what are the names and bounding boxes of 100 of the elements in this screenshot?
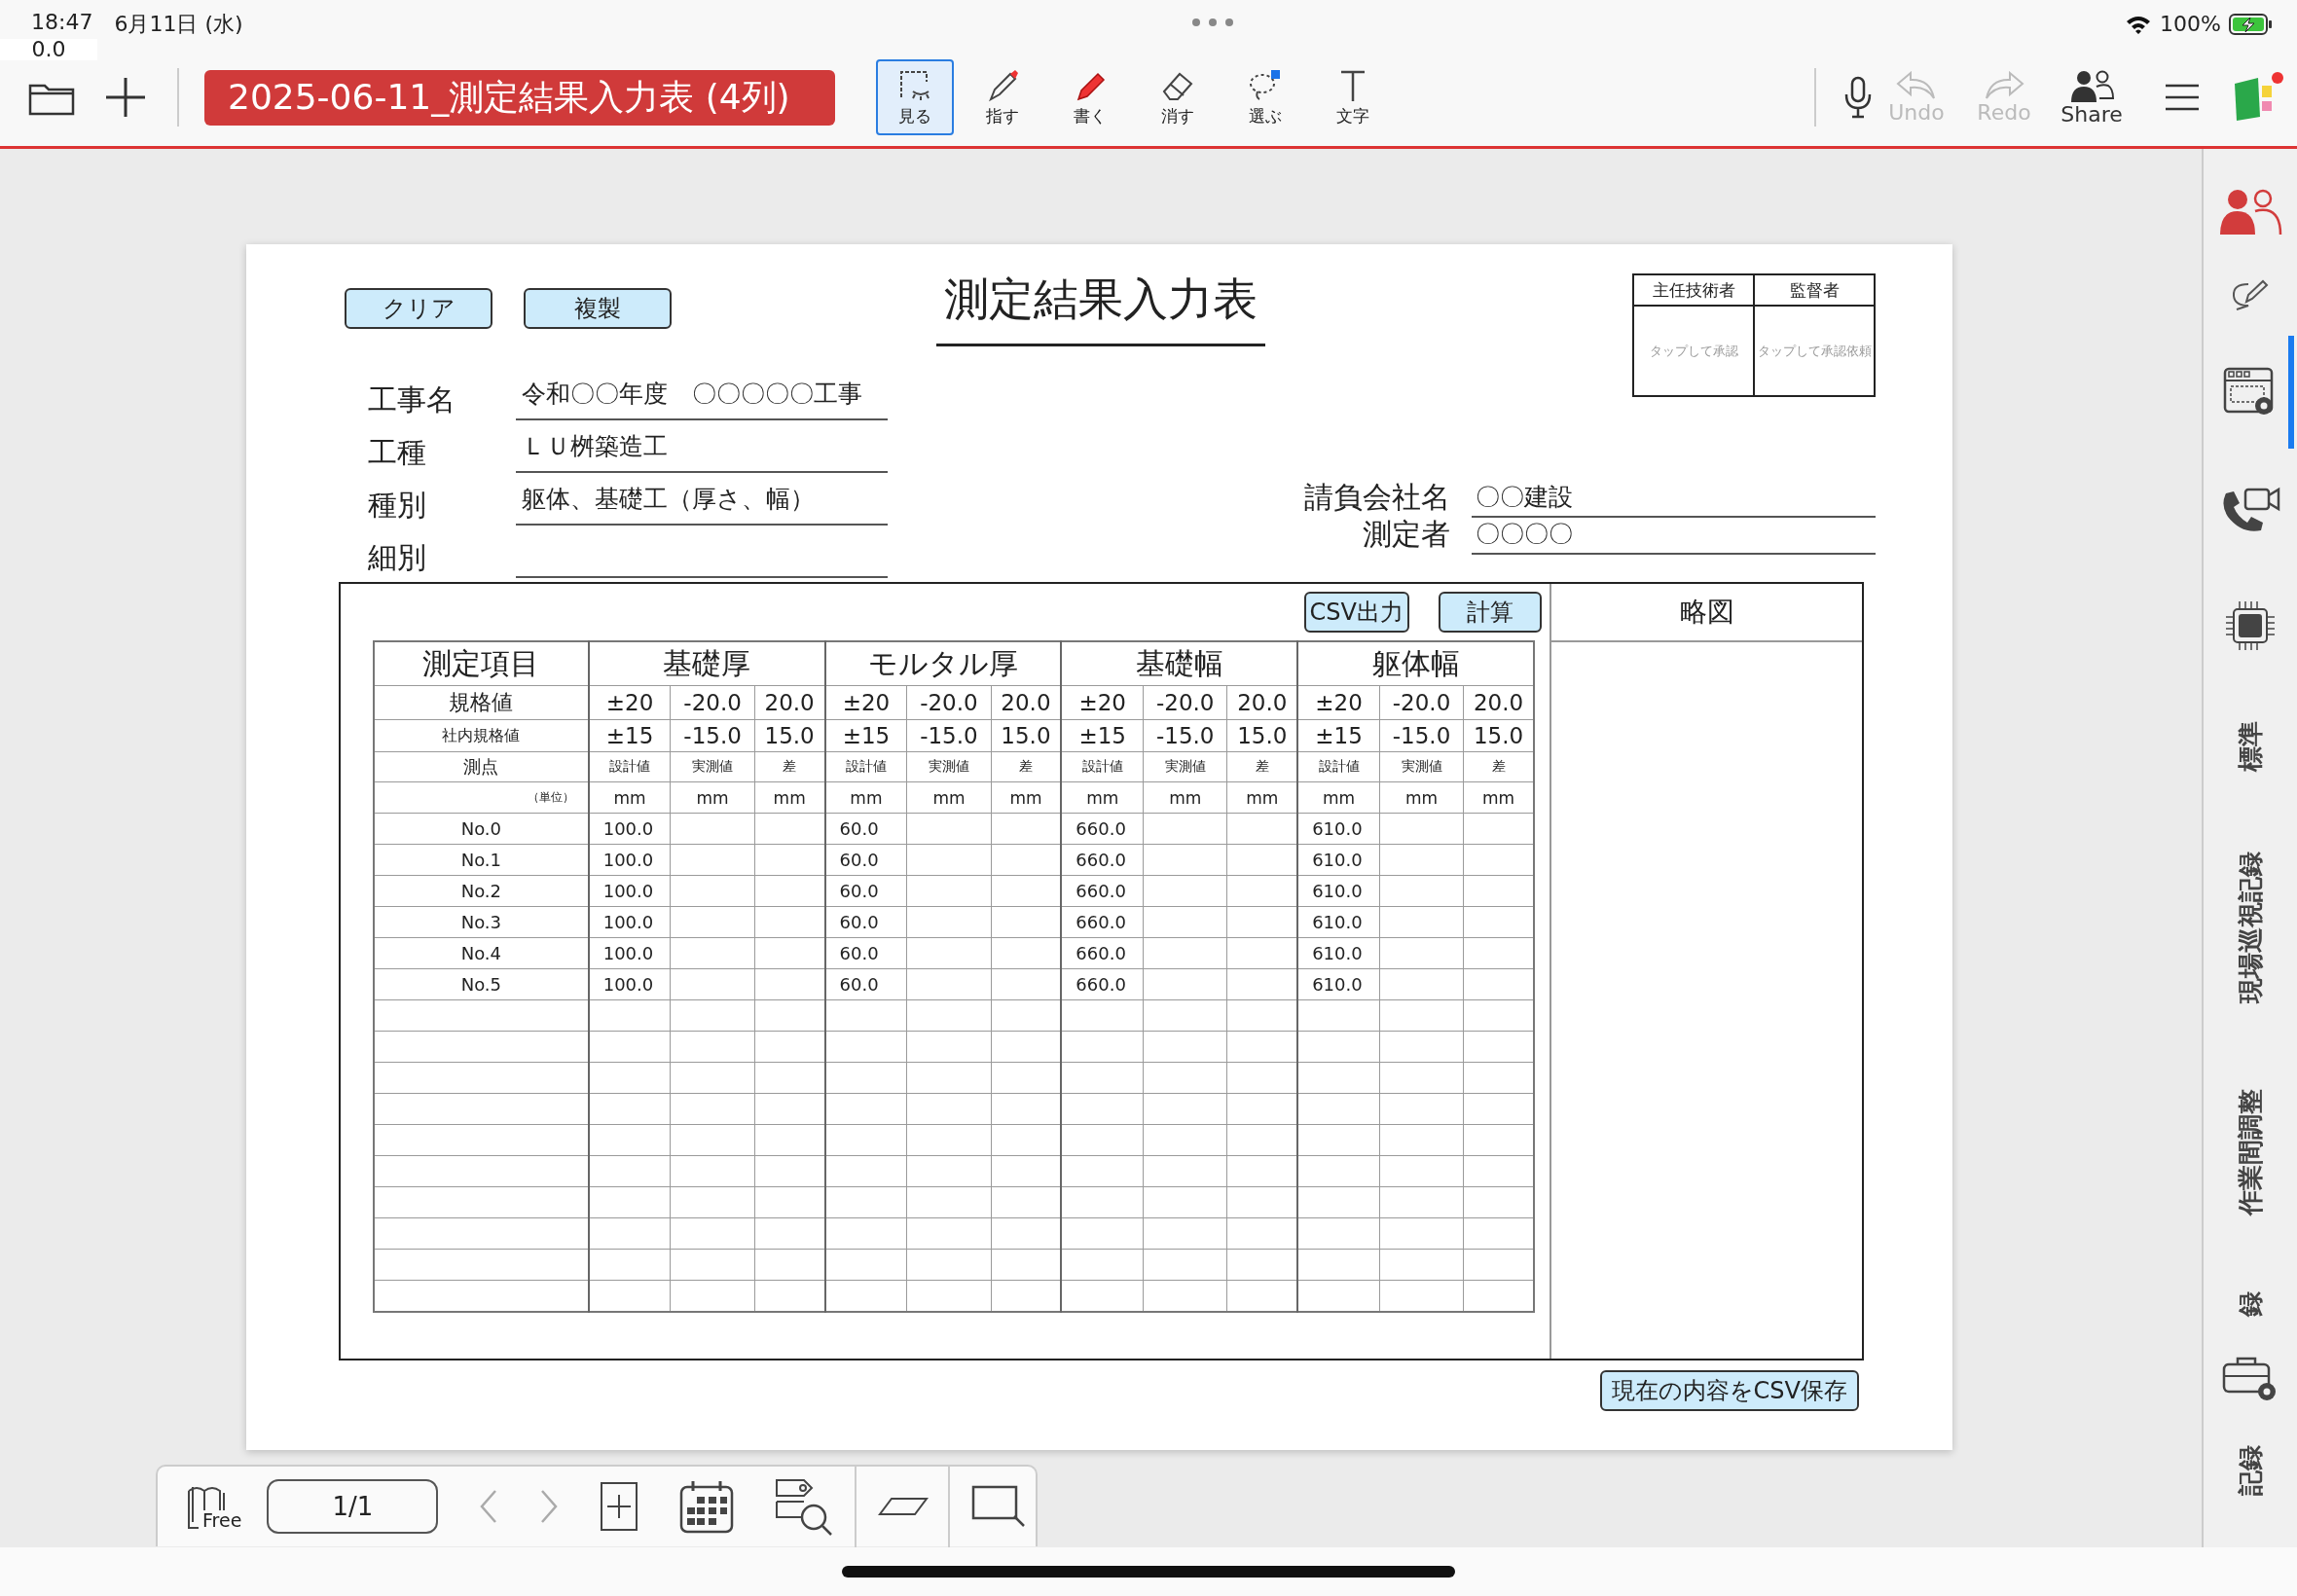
table-cell[interactable]: 60.0 — [824, 906, 907, 938]
action-button[interactable]: Share — [2048, 68, 2135, 127]
table-cell[interactable]: 660.0 — [1061, 844, 1144, 876]
microphone-icon[interactable] — [1843, 75, 1873, 120]
input-field[interactable]: ＬＵ桝築造工 — [516, 430, 888, 473]
tool-button[interactable]: 文字 — [1314, 59, 1392, 135]
tool-button[interactable]: 選ぶ — [1226, 59, 1304, 135]
table-header: 基礎厚 — [588, 641, 825, 686]
table-header: 躯体幅 — [1297, 641, 1534, 686]
input-field[interactable]: 躯体、基礎工（厚さ、幅） — [516, 483, 888, 526]
form-button[interactable]: 複製 — [524, 288, 672, 329]
field-label: 請負会社名 — [1303, 479, 1450, 516]
table-cell: ±20 — [1061, 685, 1144, 720]
battery-icon — [2229, 13, 2274, 35]
table-cell[interactable]: 660.0 — [1061, 875, 1144, 907]
table-cell[interactable]: 610.0 — [1297, 875, 1380, 907]
toolbox-gear-icon — [2222, 1357, 2279, 1401]
table-cell[interactable]: 60.0 — [824, 937, 907, 969]
ai-chip-icon — [2224, 599, 2277, 652]
table-cell[interactable]: 660.0 — [1061, 906, 1144, 938]
menu-icon[interactable] — [2163, 82, 2202, 113]
side-tab[interactable]: 作業間調整 — [2229, 1046, 2272, 1256]
side-tab[interactable]: 記録 — [2229, 1408, 2272, 1531]
table-cell: -15.0 — [1379, 719, 1464, 752]
table-header: 基礎幅 — [1061, 641, 1298, 686]
redo-icon — [1983, 70, 2025, 100]
table-cell: -20.0 — [1379, 685, 1464, 720]
table-cell: ±15 — [588, 719, 671, 752]
table-cell: ±20 — [588, 685, 671, 720]
field-label: 工事名 — [368, 381, 456, 418]
table-cell: ±15 — [1061, 719, 1144, 752]
table-cell[interactable]: 100.0 — [588, 813, 671, 845]
tool-button[interactable]: 見る — [876, 59, 954, 135]
add-icon[interactable] — [103, 75, 148, 120]
table-cell: -15.0 — [671, 719, 755, 752]
table-cell: mm — [1297, 781, 1380, 814]
table-cell[interactable]: 610.0 — [1297, 906, 1380, 938]
undo-icon — [1895, 70, 1938, 100]
table-cell: ±15 — [824, 719, 907, 752]
table-cell[interactable]: 100.0 — [588, 875, 671, 907]
add-page-icon[interactable] — [600, 1481, 639, 1532]
tool-button[interactable]: 消す — [1139, 59, 1217, 135]
column-header: 実測値 — [1143, 751, 1227, 782]
table-cell: mm — [671, 781, 755, 814]
column-header: 設計値 — [588, 751, 671, 782]
table-cell: ±15 — [1297, 719, 1380, 752]
tool-button[interactable]: 書く — [1051, 59, 1129, 135]
table-cell[interactable]: 60.0 — [824, 968, 907, 1000]
table-cell[interactable]: 60.0 — [824, 875, 907, 907]
column-header: 設計値 — [824, 751, 907, 782]
table-cell: -15.0 — [1143, 719, 1227, 752]
field-label: 種別 — [368, 487, 427, 524]
parallelogram-icon[interactable] — [878, 1497, 930, 1516]
table-cell: -20.0 — [1143, 685, 1227, 720]
zoom-rectangle-icon[interactable] — [971, 1485, 1027, 1528]
table-cell: ±20 — [1297, 685, 1380, 720]
table-cell[interactable]: 100.0 — [588, 937, 671, 969]
table-cell[interactable]: 100.0 — [588, 844, 671, 876]
page-field[interactable]: 1/1 — [267, 1479, 439, 1534]
column-header: 実測値 — [671, 751, 755, 782]
column-header: 設計値 — [1061, 751, 1144, 782]
status-value: 0.0 — [0, 39, 97, 60]
form-button[interactable]: クリア — [345, 288, 492, 329]
table-cell[interactable]: 610.0 — [1297, 844, 1380, 876]
status-date: 6月11日 (水) — [114, 11, 243, 38]
table-cell[interactable]: 610.0 — [1297, 813, 1380, 845]
field-label: 細別 — [368, 539, 427, 576]
side-tab[interactable]: 現場巡視記録 — [2229, 807, 2272, 1046]
column-header: 設計値 — [1297, 751, 1380, 782]
input-field[interactable]: 令和〇〇年度 〇〇〇〇〇工事 — [516, 378, 888, 420]
side-tab[interactable]: 録 — [2229, 1256, 2272, 1350]
table-cell: mm — [588, 781, 671, 814]
pen-bubble-icon — [2231, 278, 2270, 311]
sketch-heading: 略図 — [1551, 584, 1862, 642]
table-cell[interactable]: 100.0 — [588, 968, 671, 1000]
table-cell[interactable]: 660.0 — [1061, 813, 1144, 845]
table-cell[interactable]: 100.0 — [588, 906, 671, 938]
input-field[interactable]: 〇〇〇〇 — [1472, 518, 1876, 555]
table-cell[interactable]: 60.0 — [824, 844, 907, 876]
table-cell[interactable]: 610.0 — [1297, 968, 1380, 1000]
table-cell: ±20 — [824, 685, 907, 720]
table-cell[interactable]: 660.0 — [1061, 937, 1144, 969]
table-cell: mm — [824, 781, 907, 814]
side-tab[interactable]: 標準 — [2229, 684, 2272, 807]
table-cell[interactable]: 610.0 — [1297, 937, 1380, 969]
table-cell[interactable]: 60.0 — [824, 813, 907, 845]
column-header: 実測値 — [906, 751, 992, 782]
table-cell: -20.0 — [906, 685, 992, 720]
document-title[interactable]: 2025-06-11_測定結果入力表 (4列) — [204, 69, 835, 126]
table-cell[interactable]: 660.0 — [1061, 968, 1144, 1000]
form-title: 測定結果入力表 — [936, 272, 1265, 346]
calendar-icon[interactable] — [679, 1479, 735, 1534]
free-label: Free — [202, 1510, 242, 1530]
save-csv-button[interactable]: 現在の内容をCSV保存 — [1599, 1370, 1859, 1411]
table-button[interactable]: CSV出力 — [1303, 592, 1409, 633]
field-label: 測定者 — [1362, 516, 1450, 553]
tool-button[interactable]: 指す — [964, 59, 1041, 135]
input-field[interactable]: 〇〇建設 — [1472, 481, 1876, 518]
table-button[interactable]: 計算 — [1439, 592, 1542, 633]
more-icon[interactable] — [1191, 18, 1235, 27]
